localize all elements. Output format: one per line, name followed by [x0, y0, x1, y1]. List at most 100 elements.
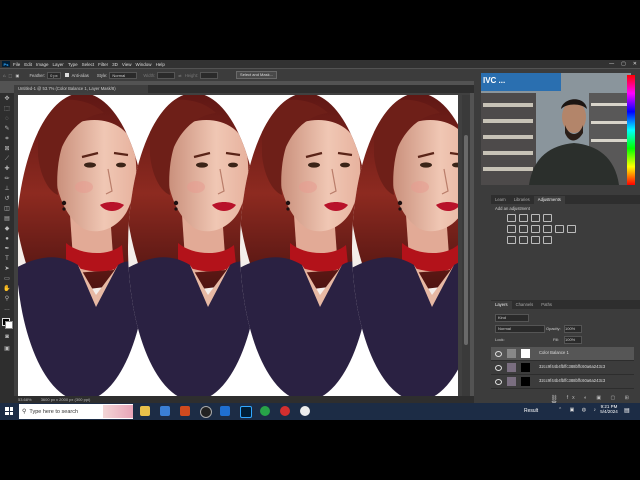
menu-window[interactable]: Window	[136, 62, 152, 67]
background-color-swatch[interactable]	[5, 321, 13, 329]
visibility-eye-icon[interactable]	[495, 379, 502, 385]
layer-filter-select[interactable]: Kind	[495, 314, 529, 322]
word-icon[interactable]	[220, 406, 230, 416]
eyedropper-tool-icon[interactable]: ⟋	[3, 155, 11, 163]
eraser-tool-icon[interactable]: ◫	[3, 205, 11, 213]
visibility-eye-icon[interactable]	[495, 365, 502, 371]
windows-start-icon[interactable]	[5, 407, 13, 415]
type-tool-icon[interactable]: T	[3, 255, 11, 263]
color-spectrum-strip[interactable]	[627, 75, 635, 185]
visibility-eye-icon[interactable]	[495, 351, 502, 357]
menu-edit[interactable]: Edit	[24, 62, 32, 67]
quick-mask-icon[interactable]: ◙	[3, 333, 11, 341]
tab-adjustments[interactable]: Adjustments	[533, 196, 565, 204]
curves-icon[interactable]	[531, 214, 540, 222]
obs-icon[interactable]	[200, 406, 212, 418]
dodge-tool-icon[interactable]: ●	[3, 235, 11, 243]
layer-mask-thumbnail[interactable]	[521, 363, 530, 372]
document-tab[interactable]: Untitled-1 @ 53.7% (Color Balance 1, Lay…	[14, 85, 148, 93]
photo-filter-icon[interactable]	[555, 225, 564, 233]
invert-icon[interactable]	[507, 236, 516, 244]
home-icon[interactable]: ⌂	[3, 73, 6, 78]
menu-image[interactable]: Image	[36, 62, 49, 67]
opacity-input[interactable]: 100%	[564, 325, 582, 333]
posterize-icon[interactable]	[519, 236, 528, 244]
hue-saturation-icon[interactable]	[519, 225, 528, 233]
threshold-icon[interactable]	[531, 236, 540, 244]
more-tools-icon[interactable]: …	[3, 305, 11, 313]
zoom-level[interactable]: 53.68%	[18, 397, 32, 402]
marquee-tool-icon[interactable]: ⬚	[3, 105, 11, 113]
color-balance-icon[interactable]	[531, 225, 540, 233]
frame-tool-icon[interactable]: ⊠	[3, 145, 11, 153]
move-tool-icon[interactable]: ✥	[3, 95, 11, 103]
taskbar-search-box[interactable]: ⚲ Type here to search	[19, 404, 133, 419]
hand-tool-icon[interactable]: ✋	[3, 285, 11, 293]
tab-libraries[interactable]: Libraries	[510, 196, 534, 204]
exposure-icon[interactable]	[543, 214, 552, 222]
menu-filter[interactable]: Filter	[98, 62, 108, 67]
layer-row[interactable]: 32cc9f44b4fbffc388bffc60a6a243c3	[491, 375, 634, 389]
document-canvas[interactable]	[18, 95, 458, 398]
tab-layers[interactable]: Layers	[491, 301, 512, 309]
menu-3d[interactable]: 3D	[112, 62, 118, 67]
system-tray-icons[interactable]: ⌃ ▣ ◍ ♪	[558, 407, 599, 413]
selection-mode-icon[interactable]: ▣	[16, 73, 20, 78]
quick-select-tool-icon[interactable]: ✎	[3, 125, 11, 133]
lasso-tool-icon[interactable]: ◌	[3, 115, 11, 123]
menu-select[interactable]: Select	[82, 62, 95, 67]
close-icon[interactable]: ✕	[633, 61, 637, 67]
zoom-tool-icon[interactable]: ⚲	[3, 295, 11, 303]
marquee-tool-icon[interactable]: ⬚	[9, 73, 13, 78]
select-and-mask-button[interactable]: Select and Mask...	[236, 71, 277, 79]
vibrance-icon[interactable]	[507, 225, 516, 233]
blend-mode-select[interactable]: Normal	[495, 325, 545, 333]
layer-row[interactable]: 32cc9f44b4fbffc388bffc60a6a243c3	[491, 361, 634, 375]
history-brush-tool-icon[interactable]: ↺	[3, 195, 11, 203]
style-select[interactable]: Normal	[109, 71, 138, 79]
maximize-icon[interactable]: ▢	[621, 61, 626, 67]
screen-mode-icon[interactable]: ▣	[3, 345, 11, 353]
minimize-icon[interactable]: —	[609, 61, 614, 67]
width-input[interactable]	[157, 71, 176, 79]
pen-tool-icon[interactable]: ✒	[3, 245, 11, 253]
antialias-checkbox[interactable]	[64, 73, 69, 77]
layer-row[interactable]: Color Balance 1	[491, 347, 634, 361]
path-select-tool-icon[interactable]: ➤	[3, 265, 11, 273]
tab-paths[interactable]: Paths	[537, 301, 556, 309]
gradient-tool-icon[interactable]: ▤	[3, 215, 11, 223]
menu-file[interactable]: File	[13, 62, 20, 67]
result-label[interactable]: Result	[524, 405, 538, 417]
tab-channels[interactable]: Channels	[512, 301, 538, 309]
brush-tool-icon[interactable]: ✏	[3, 175, 11, 183]
brightness-contrast-icon[interactable]	[507, 214, 516, 222]
channel-mixer-icon[interactable]	[567, 225, 576, 233]
black-white-icon[interactable]	[543, 225, 552, 233]
tab-learn[interactable]: Learn	[491, 196, 510, 204]
recorder-icon[interactable]	[280, 406, 290, 416]
height-input[interactable]	[200, 71, 219, 79]
menu-type[interactable]: Type	[68, 62, 78, 67]
levels-icon[interactable]	[519, 214, 528, 222]
canvas-vertical-scrollbar[interactable]	[462, 95, 470, 398]
menu-help[interactable]: Help	[156, 62, 165, 67]
file-explorer-icon[interactable]	[140, 406, 150, 416]
layer-mask-thumbnail[interactable]	[521, 377, 530, 386]
blur-tool-icon[interactable]: ◆	[3, 225, 11, 233]
feather-input[interactable]: 0 px	[47, 71, 61, 79]
shape-tool-icon[interactable]: ▭	[3, 275, 11, 283]
healing-tool-icon[interactable]: ✚	[3, 165, 11, 173]
notification-icon[interactable]: ▤	[624, 407, 630, 414]
menu-view[interactable]: View	[122, 62, 132, 67]
swap-icon[interactable]: ⇄	[178, 73, 182, 78]
office-icon[interactable]	[180, 406, 190, 416]
store-icon[interactable]	[160, 406, 170, 416]
clone-stamp-tool-icon[interactable]: ⊥	[3, 185, 11, 193]
fill-input[interactable]: 100%	[564, 336, 582, 344]
chrome-icon[interactable]	[260, 406, 270, 416]
layer-mask-thumbnail[interactable]	[521, 349, 530, 358]
crop-tool-icon[interactable]: ⌗	[3, 135, 11, 143]
taskbar-clock[interactable]: 9:21 PM 5/4/2024	[596, 404, 622, 414]
menu-layer[interactable]: Layer	[53, 62, 64, 67]
app-icon[interactable]	[300, 406, 310, 416]
